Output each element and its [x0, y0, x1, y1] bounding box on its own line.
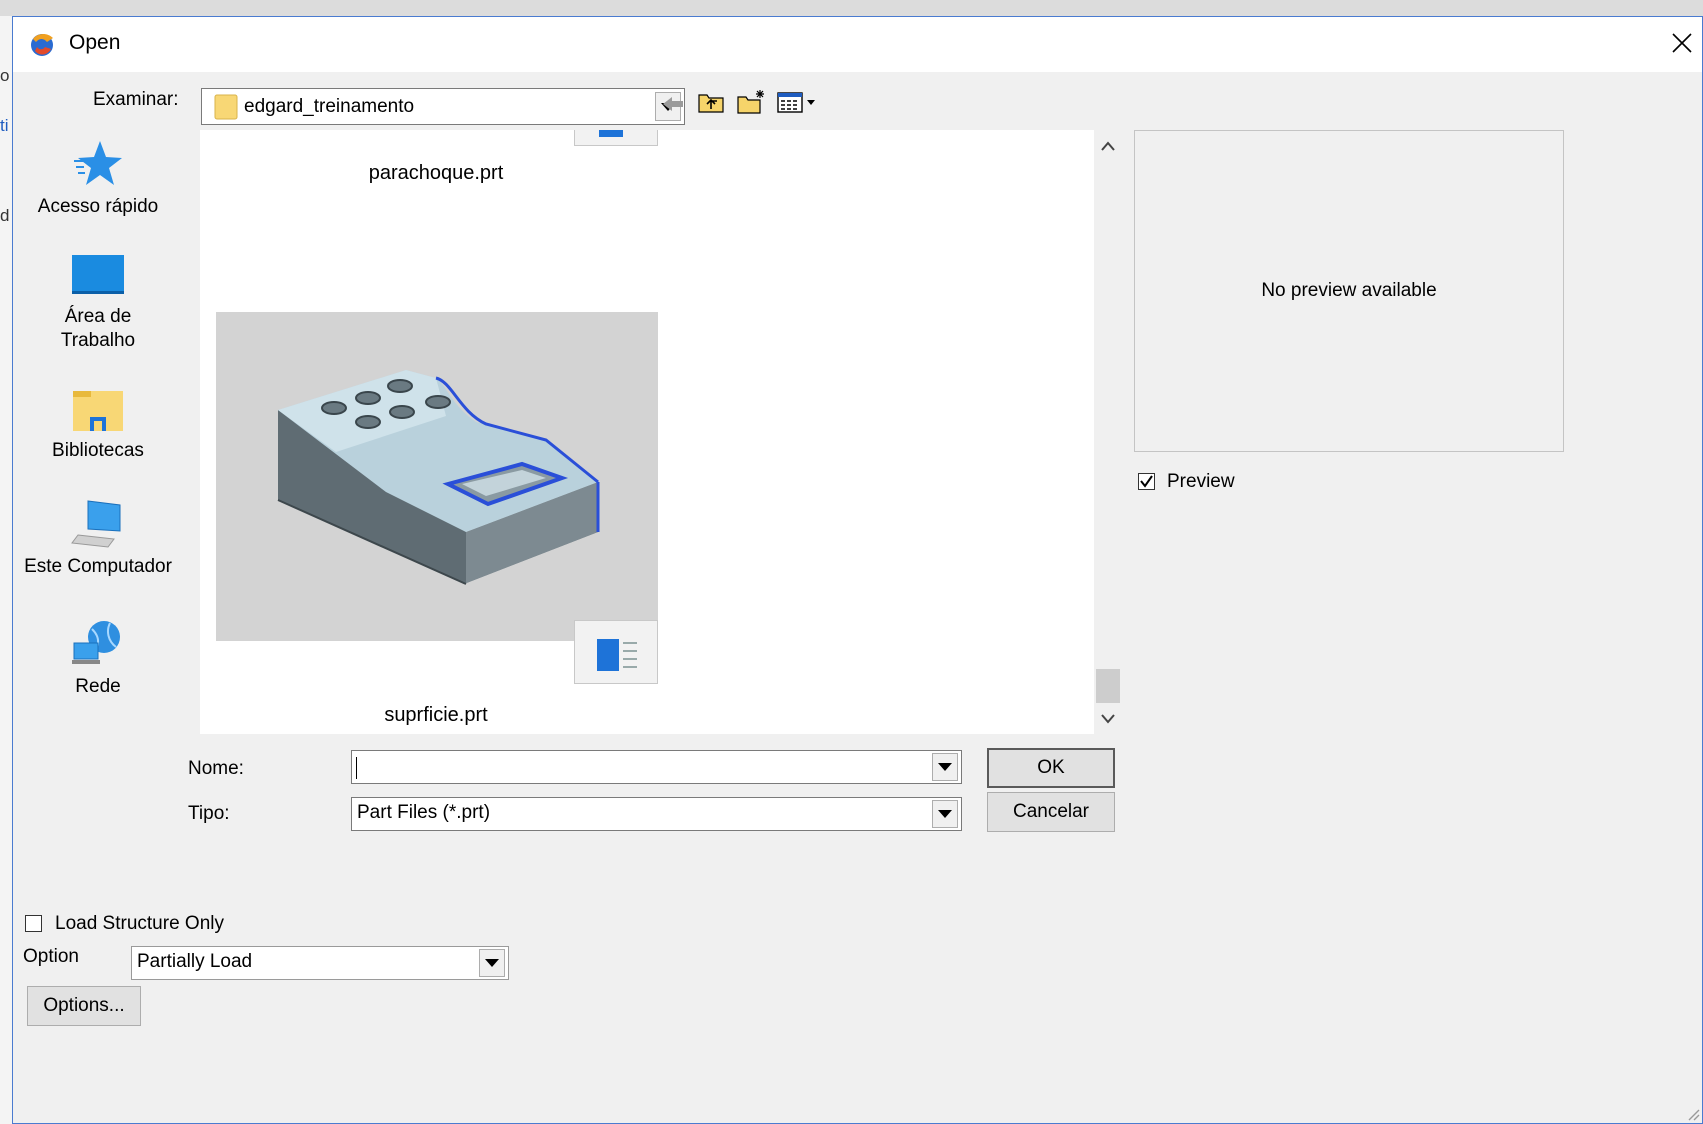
file-name: suprficie.prt — [384, 704, 488, 726]
place-label: Acesso rápido — [37, 196, 159, 217]
load-structure-label: Load Structure Only — [55, 913, 224, 934]
resize-grip-icon[interactable] — [1684, 1105, 1700, 1121]
text-caret — [356, 757, 357, 779]
place-label: Este Computador — [24, 556, 172, 577]
type-label: Tipo: — [188, 803, 230, 824]
background-text-fragment: d — [0, 206, 10, 225]
back-button[interactable] — [656, 87, 690, 121]
background-text-fragment: o — [0, 66, 10, 85]
place-desktop[interactable]: Área de Trabalho — [13, 253, 183, 353]
window-title: Open — [69, 31, 121, 54]
load-structure-checkbox[interactable] — [25, 915, 42, 932]
option-dropdown[interactable]: Partially Load — [131, 946, 509, 980]
preview-checkbox[interactable] — [1138, 473, 1155, 490]
open-file-dialog: Open Examinar: edgard_treinamento Acesso… — [12, 16, 1703, 1124]
view-menu-icon — [777, 92, 815, 113]
up-folder-icon — [698, 94, 724, 113]
place-label: Bibliotecas — [52, 440, 144, 461]
view-menu-button[interactable] — [774, 85, 824, 119]
title-bar: Open — [13, 17, 1702, 72]
file-type-value: Part Files (*.prt) — [357, 802, 491, 823]
back-arrow-icon — [663, 97, 683, 111]
file-type-badge — [574, 620, 658, 684]
new-folder-button[interactable] — [734, 85, 768, 119]
place-label: Rede — [75, 676, 121, 697]
folder-icon — [214, 94, 238, 120]
place-libraries[interactable]: Bibliotecas — [13, 387, 183, 463]
app-logo-icon — [31, 33, 53, 56]
desktop-icon — [72, 255, 124, 294]
look-in-dropdown[interactable]: edgard_treinamento — [201, 88, 685, 125]
file-name: parachoque.prt — [368, 162, 504, 184]
options-button[interactable]: Options... — [27, 986, 141, 1026]
computer-icon — [71, 500, 121, 548]
document-icon — [597, 639, 637, 671]
preview-message: No preview available — [1261, 280, 1437, 301]
file-name-input[interactable] — [351, 750, 962, 784]
libraries-icon — [73, 391, 123, 431]
close-button[interactable] — [1663, 21, 1701, 65]
file-type-dropdown[interactable]: Part Files (*.prt) — [351, 797, 962, 831]
file-list[interactable]: parachoque.prt suprficie.prt — [200, 130, 1094, 734]
scroll-down-icon[interactable] — [1100, 712, 1116, 724]
chevron-down-icon[interactable] — [932, 753, 958, 781]
cancel-button[interactable]: Cancelar — [987, 792, 1115, 832]
new-folder-icon — [737, 90, 764, 114]
chevron-down-icon[interactable] — [479, 949, 505, 977]
up-folder-button[interactable] — [694, 85, 728, 119]
close-icon — [1672, 33, 1692, 53]
chevron-down-icon[interactable] — [932, 800, 958, 828]
name-label: Nome: — [188, 758, 244, 779]
part-model-image — [216, 312, 658, 641]
list-item[interactable]: suprficie.prt — [200, 310, 1094, 734]
background-app-toolbar — [0, 0, 1703, 17]
star-icon — [74, 141, 122, 185]
ok-button[interactable]: OK — [987, 748, 1115, 788]
option-label: Option — [23, 946, 79, 967]
place-label: Área de Trabalho — [60, 306, 136, 351]
file-list-scrollbar[interactable] — [1094, 130, 1121, 734]
place-quick-access[interactable]: Acesso rápido — [13, 139, 183, 219]
scroll-up-icon[interactable] — [1100, 140, 1116, 152]
place-network[interactable]: Rede — [13, 619, 183, 699]
option-value: Partially Load — [137, 951, 253, 972]
file-type-badge — [574, 130, 658, 146]
preview-checkbox-label: Preview — [1167, 471, 1235, 492]
preview-pane: No preview available — [1134, 130, 1564, 452]
file-thumbnail — [216, 312, 658, 641]
place-this-pc[interactable]: Este Computador — [13, 499, 183, 579]
background-text-fragment: ti — [0, 116, 9, 135]
list-item[interactable]: parachoque.prt — [200, 130, 1094, 190]
network-icon — [72, 621, 120, 664]
look-in-label: Examinar: — [93, 89, 179, 110]
checkmark-icon — [1140, 475, 1153, 488]
scrollbar-thumb[interactable] — [1096, 669, 1120, 703]
look-in-value: edgard_treinamento — [244, 96, 415, 117]
